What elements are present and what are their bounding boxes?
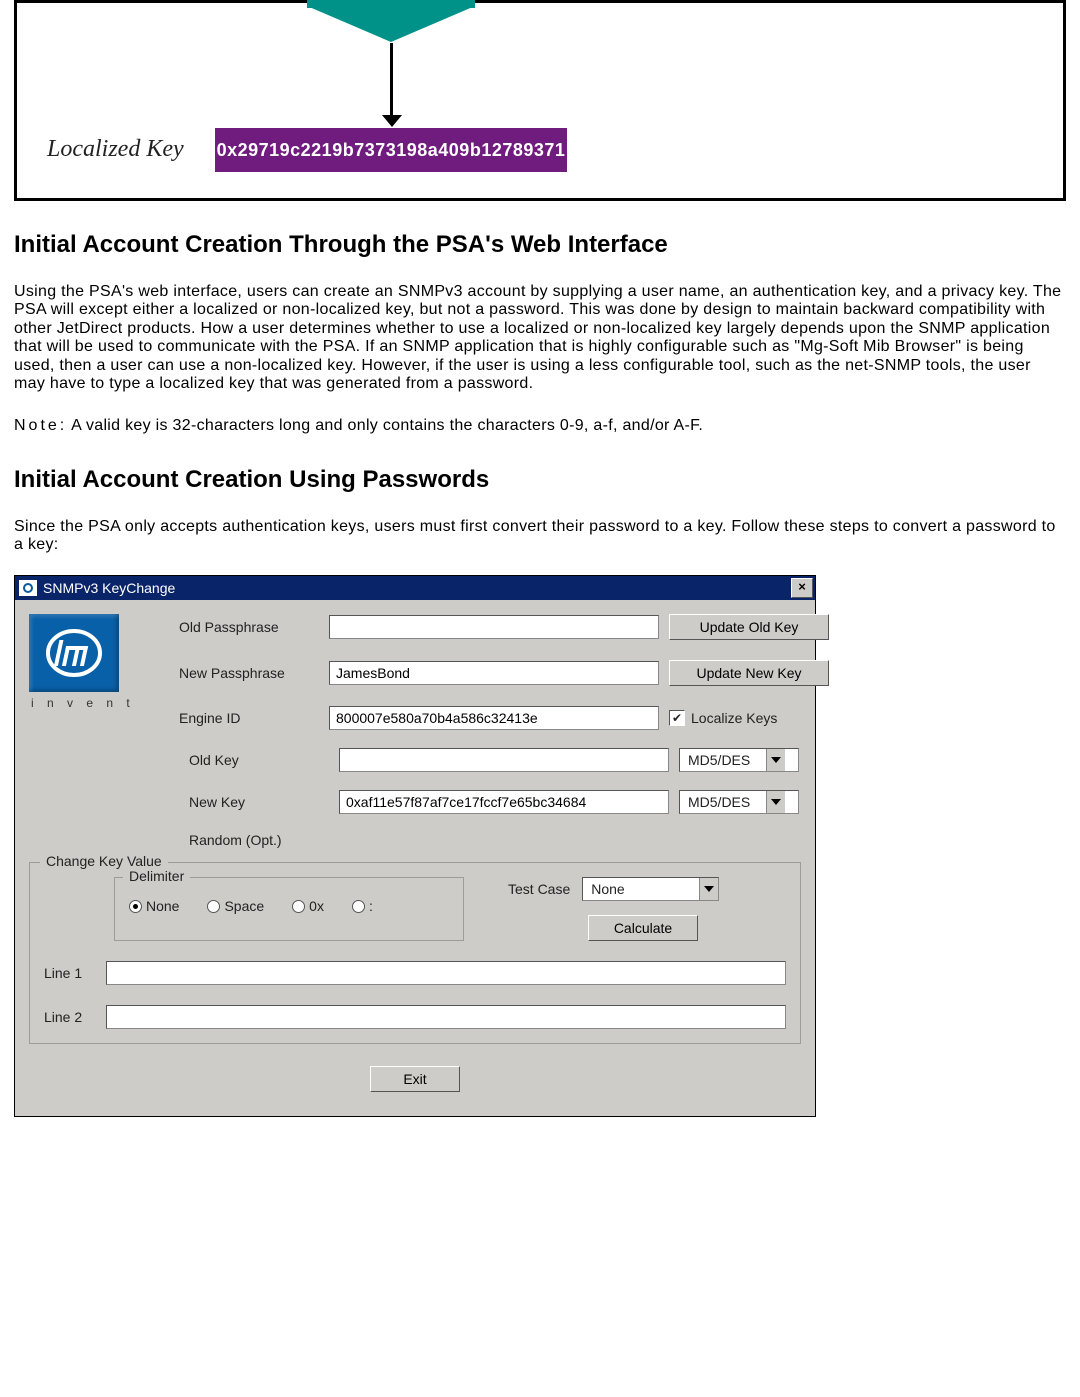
new-key-algo-select[interactable]: MD5/DES — [679, 790, 799, 814]
delimiter-legend: Delimiter — [123, 868, 190, 884]
update-new-key-button[interactable]: Update New Key — [669, 660, 829, 686]
new-passphrase-label: New Passphrase — [179, 665, 319, 681]
delimiter-radio-0x[interactable]: 0x — [292, 898, 324, 926]
line1-input[interactable] — [106, 961, 786, 985]
exit-button[interactable]: Exit — [370, 1066, 460, 1092]
localized-key-label: Localized Key — [47, 136, 184, 163]
new-key-label: New Key — [189, 794, 329, 810]
arrow-line — [390, 43, 393, 118]
hp-logo: i n v e n t — [29, 614, 169, 710]
line2-label: Line 2 — [44, 1009, 92, 1025]
window-title: SNMPv3 KeyChange — [43, 580, 791, 596]
chevron-down-icon — [766, 791, 785, 813]
test-case-value: None — [583, 881, 699, 897]
delimiter-group: Delimiter None Space 0x : — [114, 877, 464, 941]
engine-id-label: Engine ID — [179, 710, 319, 726]
test-case-select[interactable]: None — [582, 877, 719, 901]
line2-input[interactable] — [106, 1005, 786, 1029]
test-case-label: Test Case — [508, 881, 570, 897]
calculate-button[interactable]: Calculate — [588, 915, 698, 941]
new-key-algo-value: MD5/DES — [680, 794, 766, 810]
localize-keys-checkbox[interactable]: ✔ — [669, 710, 685, 726]
note-label: Note: — [14, 417, 67, 434]
paragraph-web-interface: Using the PSA's web interface, users can… — [14, 283, 1066, 393]
chevron-down-icon — [766, 749, 785, 771]
note-paragraph: Note: A valid key is 32-characters long … — [14, 417, 1066, 435]
random-label: Random (Opt.) — [189, 832, 329, 848]
hp-invent-text: i n v e n t — [29, 692, 169, 710]
old-key-algo-value: MD5/DES — [680, 752, 766, 768]
paragraph-passwords: Since the PSA only accepts authenticatio… — [14, 518, 1066, 555]
localized-key-value: 0x29719c2219b7373198a409b12789371 — [215, 128, 567, 172]
new-passphrase-input[interactable] — [329, 661, 659, 685]
algorithm-label: Algorithm — [307, 0, 475, 8]
update-old-key-button[interactable]: Update Old Key — [669, 614, 829, 640]
titlebar: SNMPv3 KeyChange × — [15, 576, 815, 600]
change-key-value-legend: Change Key Value — [40, 853, 168, 869]
delimiter-radio-none[interactable]: None — [129, 898, 179, 926]
hp-icon — [19, 580, 37, 596]
old-key-input[interactable] — [339, 748, 669, 772]
algorithm-hex: Algorithm — [307, 0, 475, 44]
old-passphrase-label: Old Passphrase — [179, 619, 319, 635]
line1-label: Line 1 — [44, 965, 92, 981]
heading-passwords: Initial Account Creation Using Passwords — [14, 466, 1066, 494]
arrow-down-icon — [382, 115, 402, 127]
note-text: A valid key is 32-characters long and on… — [67, 417, 703, 434]
engine-id-input[interactable] — [329, 706, 659, 730]
old-key-label: Old Key — [189, 752, 329, 768]
change-key-value-group: Change Key Value Delimiter None Space 0x… — [29, 862, 801, 1044]
chevron-down-icon — [699, 878, 718, 900]
keychange-window: SNMPv3 KeyChange × — [14, 575, 816, 1117]
old-key-algo-select[interactable]: MD5/DES — [679, 748, 799, 772]
delimiter-radio-space[interactable]: Space — [207, 898, 264, 926]
close-icon[interactable]: × — [791, 578, 813, 598]
key-diagram: Algorithm Localized Key 0x29719c2219b737… — [14, 0, 1066, 201]
heading-web-interface: Initial Account Creation Through the PSA… — [14, 231, 1066, 259]
delimiter-radio-colon[interactable]: : — [352, 898, 373, 926]
localize-keys-label: Localize Keys — [691, 710, 777, 726]
old-passphrase-input[interactable] — [329, 615, 659, 639]
new-key-input[interactable] — [339, 790, 669, 814]
